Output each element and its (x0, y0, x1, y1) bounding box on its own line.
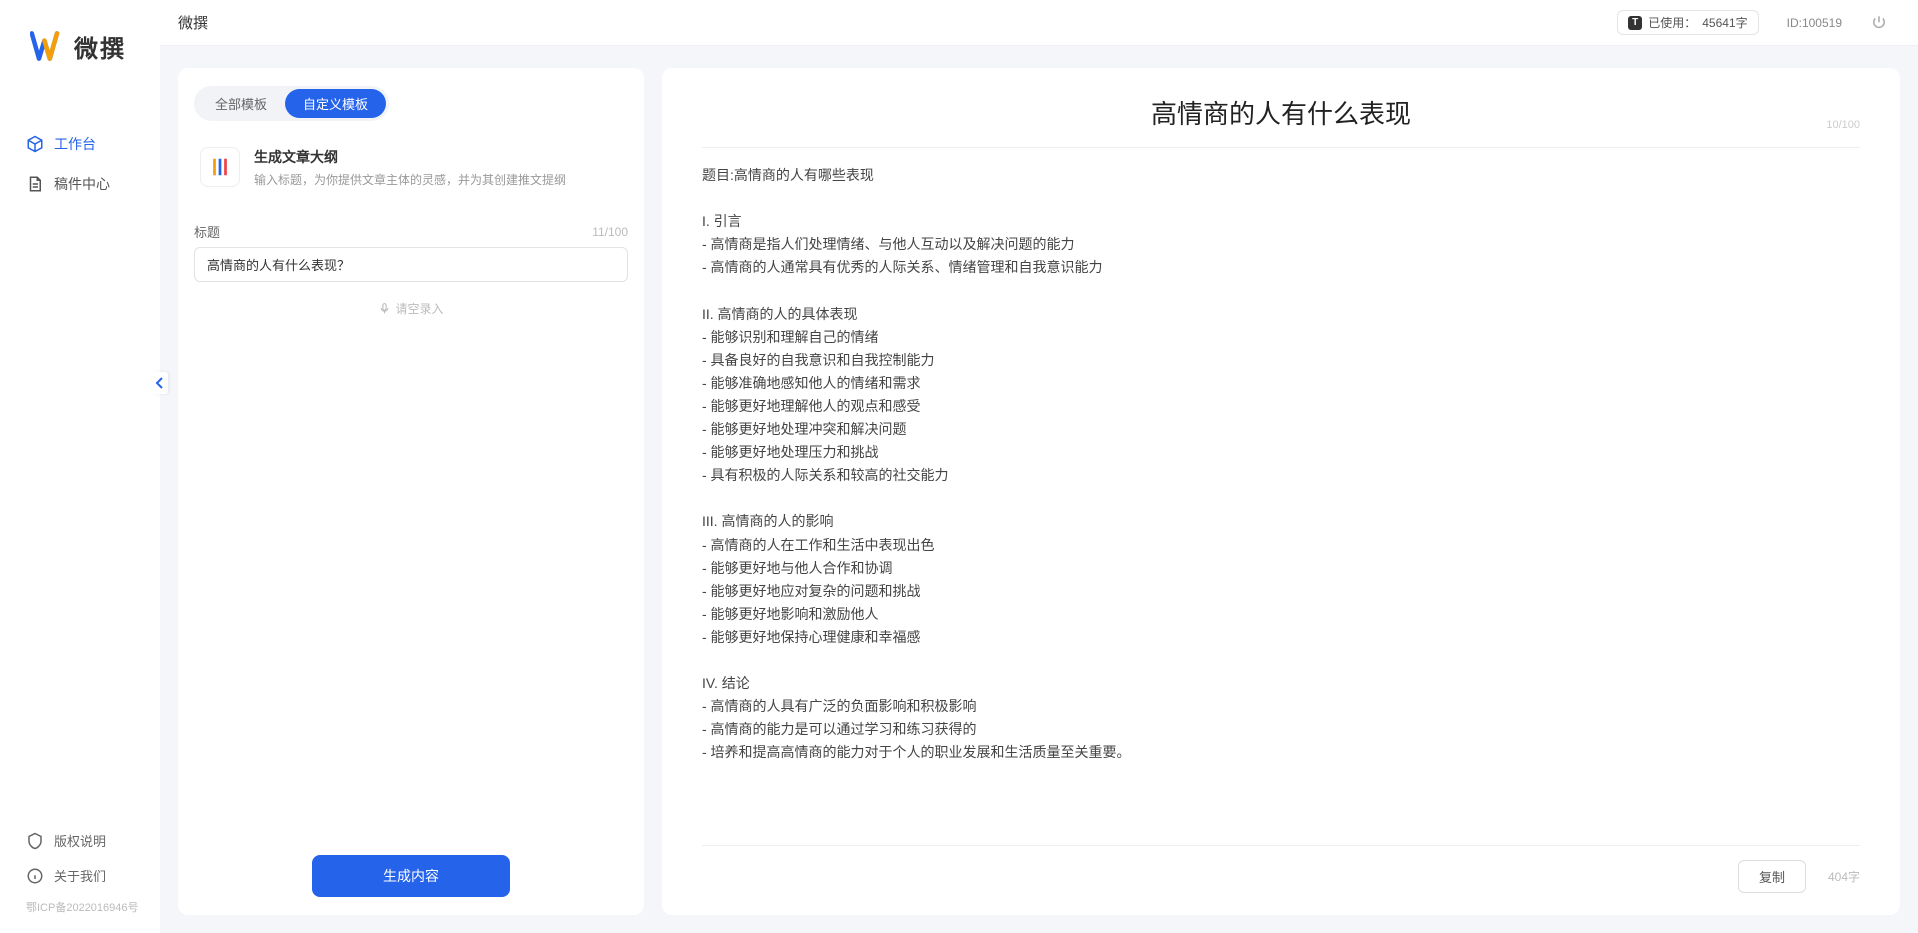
topbar: 微撰 T 已使用： 45641字 ID:100519 (160, 0, 1918, 46)
title-char-count: 11/100 (592, 225, 628, 239)
voice-label: 请空录入 (395, 300, 443, 317)
document-icon (26, 175, 44, 193)
template-desc: 输入标题，为你提供文章主体的灵感，并为其创建推文提纲 (254, 171, 566, 188)
result-title-count: 10/100 (1826, 119, 1860, 131)
template-icon (200, 147, 240, 187)
mic-icon (378, 302, 391, 315)
topbar-right: T 已使用： 45641字 ID:100519 (1617, 10, 1888, 35)
sidebar: 微撰 工作台 稿件中心 版权说明 关于我们 鄂ICP备2022016946号 (0, 0, 160, 933)
info-icon (26, 867, 44, 885)
usage-value: 45641字 (1702, 14, 1747, 31)
result-header: 高情商的人有什么表现 10/100 (702, 94, 1860, 131)
nav-copyright[interactable]: 版权说明 (0, 823, 160, 858)
copy-button[interactable]: 复制 (1738, 860, 1806, 893)
text-badge-icon: T (1628, 16, 1642, 30)
template-info: 生成文章大纲 输入标题，为你提供文章主体的灵感，并为其创建推文提纲 (254, 147, 566, 188)
result-title: 高情商的人有什么表现 (1151, 94, 1411, 131)
nav-about[interactable]: 关于我们 (0, 858, 160, 893)
nav-label: 稿件中心 (54, 174, 110, 194)
cube-icon (26, 135, 44, 153)
nav-label: 工作台 (54, 134, 96, 154)
result-footer: 复制 404字 (702, 845, 1860, 893)
nav: 工作台 稿件中心 (0, 84, 160, 823)
nav-label: 版权说明 (54, 831, 106, 850)
power-icon[interactable] (1870, 14, 1888, 32)
word-count: 404字 (1828, 868, 1860, 885)
main: 微撰 T 已使用： 45641字 ID:100519 全部模板 自定义模板 生成 (160, 0, 1918, 933)
user-id: ID:100519 (1787, 16, 1842, 30)
tab-all-templates[interactable]: 全部模板 (197, 89, 285, 118)
content: 全部模板 自定义模板 生成文章大纲 输入标题，为你提供文章主体的灵感，并为其创建… (160, 46, 1918, 933)
collapse-sidebar-button[interactable] (152, 372, 168, 394)
config-panel: 全部模板 自定义模板 生成文章大纲 输入标题，为你提供文章主体的灵感，并为其创建… (178, 68, 644, 915)
nav-drafts[interactable]: 稿件中心 (0, 164, 160, 204)
tab-custom-templates[interactable]: 自定义模板 (285, 89, 386, 118)
nav-workspace[interactable]: 工作台 (0, 124, 160, 164)
shield-icon (26, 832, 44, 850)
usage-pill[interactable]: T 已使用： 45641字 (1617, 10, 1758, 35)
nav-label: 关于我们 (54, 866, 106, 885)
logo-icon (30, 28, 66, 64)
title-label: 标题 (194, 222, 220, 241)
page-title: 微撰 (178, 12, 208, 33)
title-input[interactable] (194, 247, 628, 282)
title-field-row: 标题 11/100 (194, 222, 628, 241)
usage-prefix: 已使用： (1648, 14, 1696, 31)
icp-text: 鄂ICP备2022016946号 (0, 893, 160, 923)
result-panel: 高情商的人有什么表现 10/100 题目:高情商的人有哪些表现 I. 引言 - … (662, 68, 1900, 915)
template-card: 生成文章大纲 输入标题，为你提供文章主体的灵感，并为其创建推文提纲 (194, 139, 628, 202)
template-title: 生成文章大纲 (254, 147, 566, 167)
divider (702, 147, 1860, 148)
generate-button[interactable]: 生成内容 (312, 855, 510, 897)
chevron-left-icon (155, 377, 165, 389)
brand-name: 微撰 (74, 29, 126, 64)
form-area: 标题 11/100 请空录入 (194, 222, 628, 855)
result-body[interactable]: 题目:高情商的人有哪些表现 I. 引言 - 高情商是指人们处理情绪、与他人互动以… (702, 164, 1860, 845)
brand-logo: 微撰 (0, 0, 160, 84)
voice-input-button[interactable]: 请空录入 (194, 300, 628, 317)
template-tabs: 全部模板 自定义模板 (194, 86, 389, 121)
sidebar-bottom: 版权说明 关于我们 鄂ICP备2022016946号 (0, 823, 160, 933)
